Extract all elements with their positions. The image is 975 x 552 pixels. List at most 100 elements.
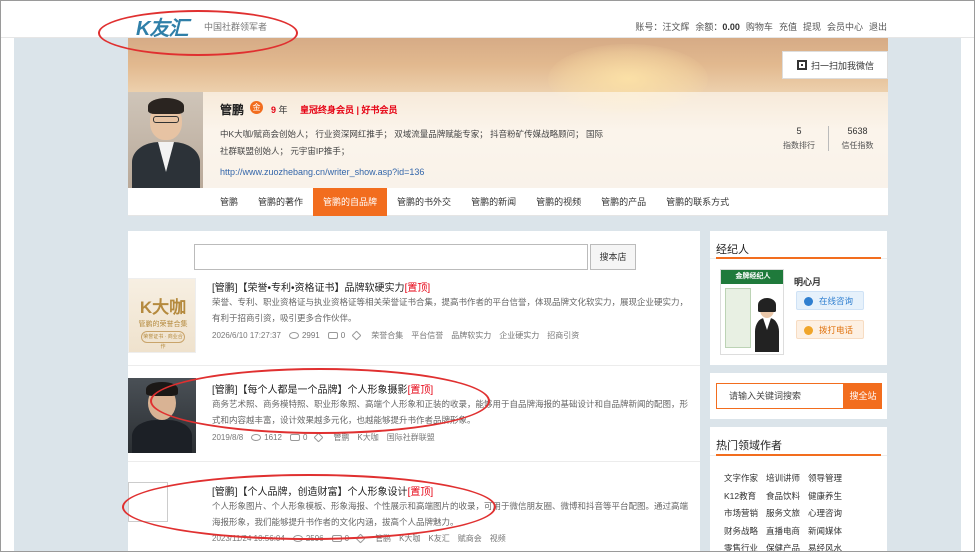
balance-value: 0.00 xyxy=(722,22,740,32)
item-tag[interactable]: 赋商会 xyxy=(458,533,482,544)
item-tag[interactable]: 招商引资 xyxy=(547,330,579,341)
avatar[interactable] xyxy=(128,92,203,188)
item-tag[interactable]: K大咖 xyxy=(399,533,420,544)
tab-products[interactable]: 管鹏的产品 xyxy=(591,188,656,216)
item-date: 2023/11/24 10:56:04 xyxy=(212,534,285,543)
call-button[interactable]: 拨打电话 xyxy=(796,320,864,339)
online-consult-button[interactable]: 在线咨询 xyxy=(796,291,864,310)
category-link[interactable]: 培训讲师 xyxy=(766,470,800,488)
item-tag[interactable]: 品牌软实力 xyxy=(451,330,491,341)
category-link[interactable]: 市场营销 xyxy=(724,505,758,523)
item-description: 个人形象图片、个人形象模板、形象海报、个性展示和高端图片的收录，可用于微信朋友圈… xyxy=(212,501,689,527)
item-comments: 0 xyxy=(327,331,345,340)
agent-name: 明心月 xyxy=(794,277,822,287)
phone-icon xyxy=(804,326,813,335)
tag-icon xyxy=(355,533,366,544)
category-link[interactable]: 易经风水 xyxy=(808,540,842,552)
item-tag[interactable]: 视频 xyxy=(490,533,506,544)
category-link[interactable]: 直播电商 xyxy=(766,523,800,541)
item-title[interactable]: [管鹏]【每个人都是一个品牌】个人形象摄影[置顶] xyxy=(212,381,433,396)
tab-self-brand[interactable]: 管鹏的自品牌 xyxy=(313,188,388,216)
item-tags xyxy=(351,330,363,341)
agent-book-cover[interactable]: 金牌经纪人 xyxy=(720,269,784,355)
balance-label: 余额：0.00 xyxy=(695,22,740,32)
item-thumbnail[interactable]: K大咖 管鹏的荣誉合集 荣誉证书 · 商业合作 xyxy=(128,278,196,353)
item-tag[interactable]: 荣誉合集 xyxy=(371,330,403,341)
vip-badge: 皇冠终身会员 | 好书会员 xyxy=(300,105,398,115)
medal-icon: 金 xyxy=(250,101,263,114)
qr-code-icon xyxy=(797,60,807,70)
recharge-link[interactable]: 充值 xyxy=(779,20,797,33)
item-title[interactable]: [管鹏]【荣誉•专利•资格证书】品牌软硬实力[置顶] xyxy=(212,279,430,294)
category-link[interactable]: 心理咨询 xyxy=(808,505,842,523)
item-meta: 2026/6/10 17:27:37 2991 0 荣誉合集 平台信誉 品牌软实… xyxy=(212,330,579,341)
category-grid: 文字作家 培训讲师 领导管理 K12教育 食品饮料 健康养生 市场营销 服务文旅… xyxy=(724,470,842,552)
category-link[interactable]: 食品饮料 xyxy=(766,488,800,506)
pinned-tag: [置顶] xyxy=(404,283,431,294)
wechat-label: 扫一扫加我微信 xyxy=(811,60,875,71)
site-logo[interactable]: K友汇 xyxy=(136,12,188,41)
eye-icon xyxy=(251,434,262,442)
item-comments: 0 xyxy=(289,433,307,442)
category-link[interactable]: 新闻媒体 xyxy=(808,523,842,541)
stat-trust: 5638 信任指数 xyxy=(828,126,886,151)
cart-link[interactable]: 购物车 xyxy=(746,20,773,33)
stat-rank: 5 指数排行 xyxy=(783,126,815,150)
category-link[interactable]: 零售行业 xyxy=(724,540,758,552)
item-tags xyxy=(313,432,325,443)
member-center-link[interactable]: 会员中心 xyxy=(827,20,863,33)
category-link[interactable]: 服务文旅 xyxy=(766,505,800,523)
category-link[interactable]: 财务战略 xyxy=(724,523,758,541)
wechat-qr-button[interactable]: 扫一扫加我微信 xyxy=(782,51,888,79)
category-link[interactable]: 保健产品 xyxy=(766,540,800,552)
heading-underline xyxy=(716,257,881,259)
pinned-tag: [置顶] xyxy=(407,385,434,396)
category-link[interactable]: K12教育 xyxy=(724,488,758,506)
profile-bio: 中K大咖/赋商会创始人； 行业资深网红推手； 双域流量品牌赋能专家； 抖音粉矿传… xyxy=(220,129,603,156)
tab-book-diplomacy[interactable]: 管鹏的书外交 xyxy=(387,188,461,216)
item-tag[interactable]: 平台信誉 xyxy=(411,330,443,341)
tab-works[interactable]: 管鹏的著作 xyxy=(248,188,313,216)
withdraw-link[interactable]: 提现 xyxy=(803,20,821,33)
category-link[interactable]: 领导管理 xyxy=(808,470,842,488)
hot-authors-heading: 热门领域作者 xyxy=(716,440,782,452)
category-link[interactable]: 文字作家 xyxy=(724,470,758,488)
item-views: 1612 xyxy=(251,433,282,442)
item-tag[interactable]: K大咖 xyxy=(357,432,378,443)
item-description: 商务艺术照、商务模特照、职业形象照、高端个人形象和正装的收录，能够用于自品牌海报… xyxy=(212,399,689,425)
site-search-button[interactable]: 搜全站 xyxy=(844,383,882,409)
item-date: 2026/6/10 17:27:37 xyxy=(212,331,281,340)
eye-icon xyxy=(292,535,303,543)
store-search-input[interactable] xyxy=(194,244,588,270)
item-tag[interactable]: 国际社群联盟 xyxy=(387,432,435,443)
top-bar: K友汇 中国社群领军者 账号：汪文辉 余额：0.00 购物车 充值 提现 会员中… xyxy=(0,0,975,41)
profile-stats: 5 指数排行 5638 信任指数 xyxy=(770,126,886,151)
agent-heading: 经纪人 xyxy=(716,244,749,256)
item-thumbnail[interactable] xyxy=(128,378,196,453)
item-tag[interactable]: K友汇 xyxy=(428,533,449,544)
keyword-search-input[interactable]: 请输入关键词搜索 xyxy=(716,383,844,409)
tag-icon xyxy=(313,432,324,443)
item-views: 2596 xyxy=(292,534,324,543)
item-meta: 2023/11/24 10:56:04 2596 0 管鹏 K大咖 K友汇 赋商… xyxy=(212,533,506,544)
item-tag[interactable]: 企业硬实力 xyxy=(499,330,539,341)
tab-contact[interactable]: 管鹏的联系方式 xyxy=(656,188,739,216)
profile-url[interactable]: http://www.zuozhebang.cn/writer_show.asp… xyxy=(220,167,424,177)
item-meta: 2019/8/8 1612 0 管鹏 K大咖 国际社群联盟 xyxy=(212,432,435,443)
tab-news[interactable]: 管鹏的新闻 xyxy=(461,188,526,216)
logout-link[interactable]: 退出 xyxy=(869,20,887,33)
tag-icon xyxy=(351,330,362,341)
tab-home[interactable]: 管鹏 xyxy=(210,188,248,216)
category-link[interactable]: 健康养生 xyxy=(808,488,842,506)
item-tag[interactable]: 管鹏 xyxy=(333,432,349,443)
item-thumbnail[interactable] xyxy=(128,482,168,522)
item-title[interactable]: [管鹏]【个人品牌，创造财富】个人形象设计[置顶] xyxy=(212,483,433,498)
store-search: 搜本店 xyxy=(194,244,638,270)
tab-videos[interactable]: 管鹏的视频 xyxy=(526,188,591,216)
user-toolbar: 账号：汪文辉 余额：0.00 购物车 充值 提现 会员中心 退出 xyxy=(635,20,887,33)
item-views: 2991 xyxy=(288,331,320,340)
store-search-button[interactable]: 搜本店 xyxy=(590,244,636,270)
comment-icon xyxy=(289,434,300,442)
account-label: 账号：汪文辉 xyxy=(635,22,690,32)
item-tag[interactable]: 管鹏 xyxy=(375,533,391,544)
